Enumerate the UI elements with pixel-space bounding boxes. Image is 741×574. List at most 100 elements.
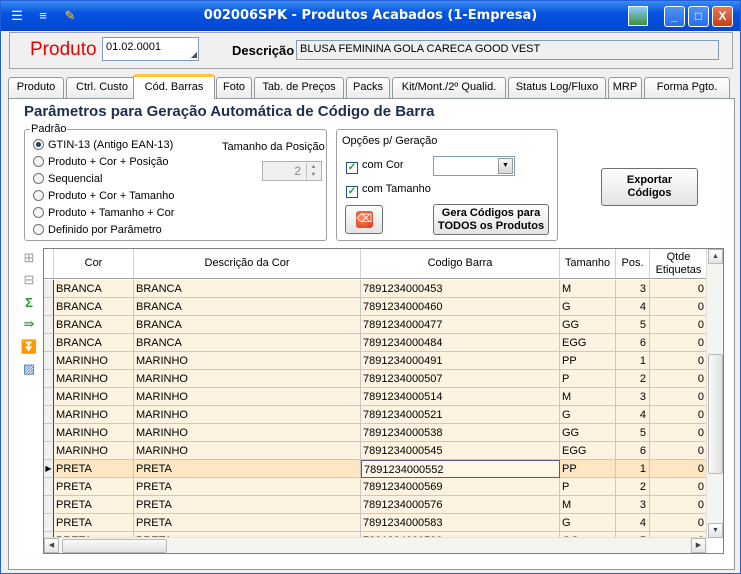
cell-tamanho[interactable]: M xyxy=(560,496,616,514)
minimize-button[interactable]: _ xyxy=(664,6,685,27)
cell-qtde[interactable]: 0 xyxy=(650,460,708,478)
cell-descricao-cor[interactable]: MARINHO xyxy=(134,352,361,370)
cell-descricao-cor[interactable]: MARINHO xyxy=(134,388,361,406)
image-icon[interactable]: ▨ xyxy=(20,360,38,378)
tab-forma-pgto[interactable]: Forma Pgto. xyxy=(644,77,730,98)
header-tamanho[interactable]: Tamanho xyxy=(560,249,616,278)
picture-icon[interactable] xyxy=(628,6,648,26)
cell-tamanho[interactable]: GG xyxy=(560,424,616,442)
table-row[interactable]: BRANCA BRANCA 7891234000460 G 4 0 xyxy=(44,298,723,316)
cell-pos[interactable]: 5 xyxy=(616,424,650,442)
cell-codigo-barra[interactable]: 7891234000569 xyxy=(361,478,560,496)
cell-pos[interactable]: 4 xyxy=(616,298,650,316)
cell-pos[interactable]: 3 xyxy=(616,280,650,298)
gera-codigos-button[interactable]: Gera Códigos para TODOS os Produtos xyxy=(433,204,549,235)
cell-descricao-cor[interactable]: MARINHO xyxy=(134,370,361,388)
cell-pos[interactable]: 3 xyxy=(616,388,650,406)
cell-codigo-barra[interactable]: 7891234000583 xyxy=(361,514,560,532)
eraser-button[interactable]: ⌫ xyxy=(345,205,383,234)
cell-cor[interactable]: BRANCA xyxy=(54,334,134,352)
tab-ctrl-custo[interactable]: Ctrl. Custo xyxy=(66,77,138,98)
cell-tamanho[interactable]: EGG xyxy=(560,442,616,460)
com-cor-checkbox[interactable]: ✓ com Cor xyxy=(346,159,404,174)
cell-cor[interactable]: MARINHO xyxy=(54,442,134,460)
header-codigo-barra[interactable]: Codigo Barra xyxy=(361,249,560,278)
cell-pos[interactable]: 4 xyxy=(616,514,650,532)
chevron-down-icon[interactable]: ▼ xyxy=(498,158,513,174)
table-row[interactable]: BRANCA BRANCA 7891234000484 EGG 6 0 xyxy=(44,334,723,352)
horizontal-scrollbar[interactable]: ◀ ▶ xyxy=(44,537,708,553)
cell-tamanho[interactable]: M xyxy=(560,388,616,406)
cell-descricao-cor[interactable]: BRANCA xyxy=(134,280,361,298)
cell-descricao-cor[interactable]: PRETA xyxy=(134,496,361,514)
cell-pos[interactable]: 3 xyxy=(616,496,650,514)
com-tamanho-checkbox[interactable]: ✓ com Tamanho xyxy=(346,183,431,198)
tab-status-log[interactable]: Status Log/Fluxo xyxy=(508,77,606,98)
cell-cor[interactable]: PRETA xyxy=(54,460,134,478)
table-row[interactable]: MARINHO MARINHO 7891234000491 PP 1 0 xyxy=(44,352,723,370)
cell-qtde[interactable]: 0 xyxy=(650,316,708,334)
cell-cor[interactable]: BRANCA xyxy=(54,298,134,316)
header-descricao-cor[interactable]: Descrição da Cor xyxy=(134,249,361,278)
cell-tamanho[interactable]: G xyxy=(560,298,616,316)
cell-tamanho[interactable]: P xyxy=(560,370,616,388)
cell-tamanho[interactable]: GG xyxy=(560,316,616,334)
cell-codigo-barra[interactable]: 7891234000538 xyxy=(361,424,560,442)
cell-cor[interactable]: PRETA xyxy=(54,478,134,496)
maximize-button[interactable]: □ xyxy=(688,6,709,27)
cell-tamanho[interactable]: G xyxy=(560,406,616,424)
cell-tamanho[interactable]: EGG xyxy=(560,334,616,352)
cell-pos[interactable]: 1 xyxy=(616,460,650,478)
tab-packs[interactable]: Packs xyxy=(346,77,390,98)
cell-codigo-barra[interactable]: 7891234000576 xyxy=(361,496,560,514)
header-cor[interactable]: Cor xyxy=(54,249,134,278)
cell-cor[interactable]: MARINHO xyxy=(54,352,134,370)
cell-descricao-cor[interactable]: PRETA xyxy=(134,460,361,478)
cell-descricao-cor[interactable]: MARINHO xyxy=(134,406,361,424)
vertical-scrollbar[interactable]: ▲ ▼ xyxy=(706,249,723,538)
table-row[interactable]: MARINHO MARINHO 7891234000521 G 4 0 xyxy=(44,406,723,424)
cell-qtde[interactable]: 0 xyxy=(650,442,708,460)
cell-descricao-cor[interactable]: MARINHO xyxy=(134,424,361,442)
cell-cor[interactable]: BRANCA xyxy=(54,280,134,298)
cell-descricao-cor[interactable]: PRETA xyxy=(134,514,361,532)
header-pos[interactable]: Pos. xyxy=(616,249,650,278)
tamanho-posicao-stepper[interactable]: 2 ▲ ▼ xyxy=(262,161,322,181)
cell-codigo-barra[interactable]: 7891234000545 xyxy=(361,442,560,460)
cell-codigo-barra[interactable]: 7891234000552 xyxy=(361,460,560,478)
table-row[interactable]: PRETA PRETA 7891234000576 M 3 0 xyxy=(44,496,723,514)
tab-foto[interactable]: Foto xyxy=(216,77,252,98)
cor-dropdown[interactable]: ▼ xyxy=(433,156,515,176)
table-row[interactable]: PRETA PRETA 7891234000583 G 4 0 xyxy=(44,514,723,532)
cell-descricao-cor[interactable]: BRANCA xyxy=(134,316,361,334)
cell-qtde[interactable]: 0 xyxy=(650,406,708,424)
cell-descricao-cor[interactable]: BRANCA xyxy=(134,334,361,352)
radio-produto-tamanho-cor[interactable]: Produto + Tamanho + Cor xyxy=(33,206,174,221)
cell-codigo-barra[interactable]: 7891234000484 xyxy=(361,334,560,352)
cell-descricao-cor[interactable]: MARINHO xyxy=(134,442,361,460)
cell-qtde[interactable]: 0 xyxy=(650,514,708,532)
table-row[interactable]: MARINHO MARINHO 7891234000514 M 3 0 xyxy=(44,388,723,406)
cell-tamanho[interactable]: G xyxy=(560,514,616,532)
sum-icon[interactable]: Σ xyxy=(20,294,38,312)
cell-qtde[interactable]: 0 xyxy=(650,388,708,406)
cell-qtde[interactable]: 0 xyxy=(650,298,708,316)
add-row-icon[interactable]: ⊞ xyxy=(20,249,38,267)
table-row[interactable]: MARINHO MARINHO 7891234000538 GG 5 0 xyxy=(44,424,723,442)
table-row[interactable]: BRANCA BRANCA 7891234000453 M 3 0 xyxy=(44,280,723,298)
table-row[interactable]: PRETA PRETA 7891234000569 P 2 0 xyxy=(44,478,723,496)
tab-produto[interactable]: Produto xyxy=(8,77,64,98)
tab-kit-mont[interactable]: Kit/Mont./2º Qualid. xyxy=(392,77,506,98)
cell-cor[interactable]: MARINHO xyxy=(54,424,134,442)
cell-cor[interactable]: PRETA xyxy=(54,496,134,514)
scroll-left-icon[interactable]: ◀ xyxy=(44,538,59,553)
table-row[interactable]: ▶ PRETA PRETA 7891234000552 PP 1 0 xyxy=(44,460,723,478)
cell-cor[interactable]: MARINHO xyxy=(54,388,134,406)
cell-codigo-barra[interactable]: 7891234000514 xyxy=(361,388,560,406)
cell-pos[interactable]: 2 xyxy=(616,370,650,388)
header-qtde-etiquetas[interactable]: Qtde Etiquetas xyxy=(650,249,708,278)
stepper-arrows-icon[interactable]: ▲ ▼ xyxy=(306,163,320,179)
radio-definido-parametro[interactable]: Definido por Parâmetro xyxy=(33,223,162,238)
cell-qtde[interactable]: 0 xyxy=(650,280,708,298)
cell-pos[interactable]: 4 xyxy=(616,406,650,424)
